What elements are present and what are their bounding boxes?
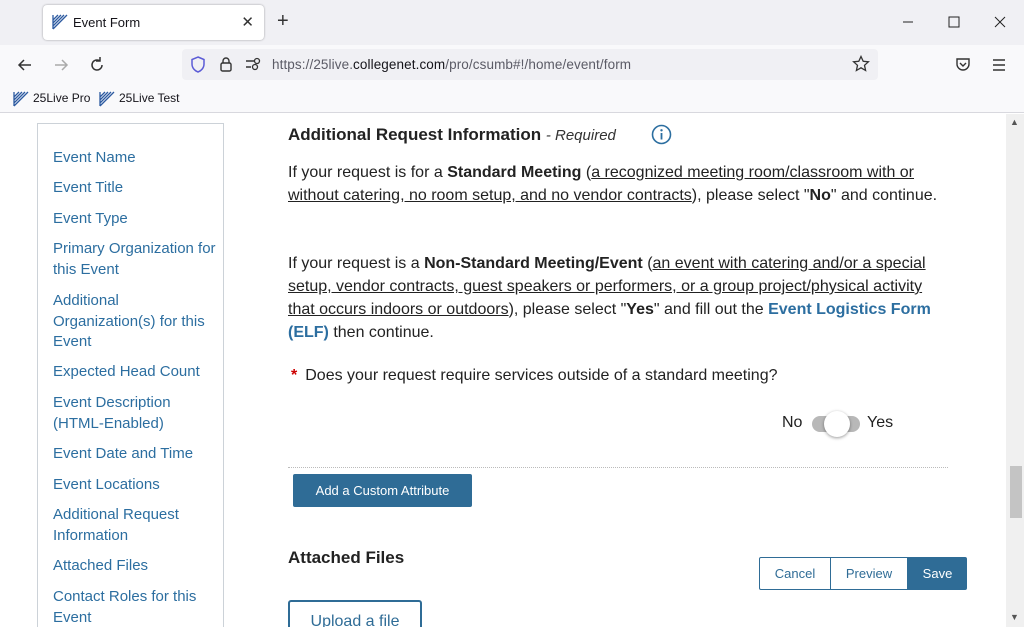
text-run: If your request is a [288,255,425,272]
text-run-bold: Standard Meeting [447,164,582,181]
bookmarks-toolbar: 25Live Pro 25Live Test [0,85,1024,113]
maximize-icon[interactable] [944,12,964,32]
sidebar-item-additional-request-info[interactable]: Additional Request Information [53,505,218,546]
scroll-down-icon[interactable]: ▼ [1010,612,1019,622]
text-run: then continue. [328,324,434,341]
sidebar-item-event-description[interactable]: Event Description (HTML-Enabled) [53,393,218,434]
minimize-icon[interactable] [898,12,918,32]
lock-icon[interactable] [219,56,233,73]
shield-icon[interactable] [190,56,206,73]
text-run: ( [581,164,592,181]
text-run: " and fill out the [653,301,769,318]
bookmark-25live-test[interactable]: 25Live Test [99,91,180,107]
new-tab-icon[interactable]: + [277,10,289,32]
sidebar-item-date-time[interactable]: Event Date and Time [53,444,218,465]
close-window-icon[interactable] [990,12,1010,32]
menu-icon[interactable] [989,55,1009,75]
25live-logo-icon [99,91,115,107]
sidebar-item-attached-files[interactable]: Attached Files [53,556,218,577]
bookmark-25live-pro[interactable]: 25Live Pro [13,91,91,107]
bookmark-star-icon[interactable] [852,55,870,73]
form-section-nav: Event Name Event Title Event Type Primar… [37,123,224,627]
25live-logo-icon [52,14,68,30]
info-icon[interactable] [651,124,672,145]
sidebar-item-contact-roles[interactable]: Contact Roles for this Event [53,587,218,627]
25live-logo-icon [13,91,29,107]
address-bar[interactable]: https://25live.collegenet.com/pro/csumb#… [182,49,878,80]
non-standard-meeting-description: If your request is a Non-Standard Meetin… [288,252,948,344]
forward-icon[interactable] [51,55,71,75]
question-text: Does your request require services outsi… [305,367,778,384]
cancel-button[interactable]: Cancel [759,557,831,590]
bookmark-label: 25Live Pro [33,91,91,105]
preview-button[interactable]: Preview [831,557,908,590]
url-text[interactable]: https://25live.collegenet.com/pro/csumb#… [272,57,631,72]
tab-strip: Event Form ✕ + [0,0,1024,45]
bookmark-label: 25Live Test [119,91,180,105]
text-run-bold: Non-Standard Meeting/Event [424,255,643,272]
text-run: " and continue. [830,187,938,204]
url-prefix: https://25live. [272,57,354,72]
text-run-bold: No [809,187,831,204]
page-scrollbar[interactable]: ▲ ▼ [1006,114,1024,627]
text-run: ), please select " [508,301,627,318]
section-title-text: Additional Request Information [288,125,542,144]
sidebar-item-event-name[interactable]: Event Name [53,148,218,169]
toggle-knob[interactable] [824,411,850,437]
section-title: Additional Request Information - Require… [288,125,616,145]
divider [288,467,948,468]
tab-title: Event Form [73,15,141,30]
toggle-no-label: No [782,414,803,431]
url-path: /pro/csumb#!/home/event/form [445,57,632,72]
standard-meeting-description: If your request is for a Standard Meetin… [288,161,948,207]
services-toggle[interactable] [812,411,860,437]
sidebar-item-event-type[interactable]: Event Type [53,209,218,230]
toggle-yes-label: Yes [867,414,894,431]
text-run: ( [642,255,653,272]
required-star: * [291,367,298,384]
sidebar-item-additional-organizations[interactable]: Additional Organization(s) for this Even… [53,291,218,353]
browser-tab[interactable]: Event Form ✕ [43,5,264,40]
scroll-up-icon[interactable]: ▲ [1010,117,1019,127]
add-custom-attribute-button[interactable]: Add a Custom Attribute [293,474,472,507]
close-tab-icon[interactable]: ✕ [241,13,254,31]
text-run-bold: Yes [626,301,654,318]
navigation-toolbar: https://25live.collegenet.com/pro/csumb#… [0,45,1024,85]
text-run: ), please select " [691,187,810,204]
required-label: - Required [545,127,616,144]
permissions-icon[interactable] [245,57,263,71]
page-content: Event Name Event Title Event Type Primar… [0,114,1006,627]
attached-files-title: Attached Files [288,548,405,567]
sidebar-item-locations[interactable]: Event Locations [53,475,218,496]
save-button[interactable]: Save [908,557,967,590]
scrollbar-thumb[interactable] [1010,466,1022,518]
services-question: * Does your request require services outs… [288,367,778,385]
form-action-buttons: Cancel Preview Save [759,557,967,590]
pocket-icon[interactable] [953,55,973,75]
back-icon[interactable] [15,55,35,75]
sidebar-item-primary-organization[interactable]: Primary Organization for this Event [53,239,218,280]
text-run: If your request is for a [288,164,448,181]
url-host: collegenet.com [353,57,446,72]
upload-file-button[interactable]: Upload a file [288,600,422,627]
reload-icon[interactable] [87,55,107,75]
sidebar-item-event-title[interactable]: Event Title [53,178,218,199]
sidebar-item-head-count[interactable]: Expected Head Count [53,362,218,383]
